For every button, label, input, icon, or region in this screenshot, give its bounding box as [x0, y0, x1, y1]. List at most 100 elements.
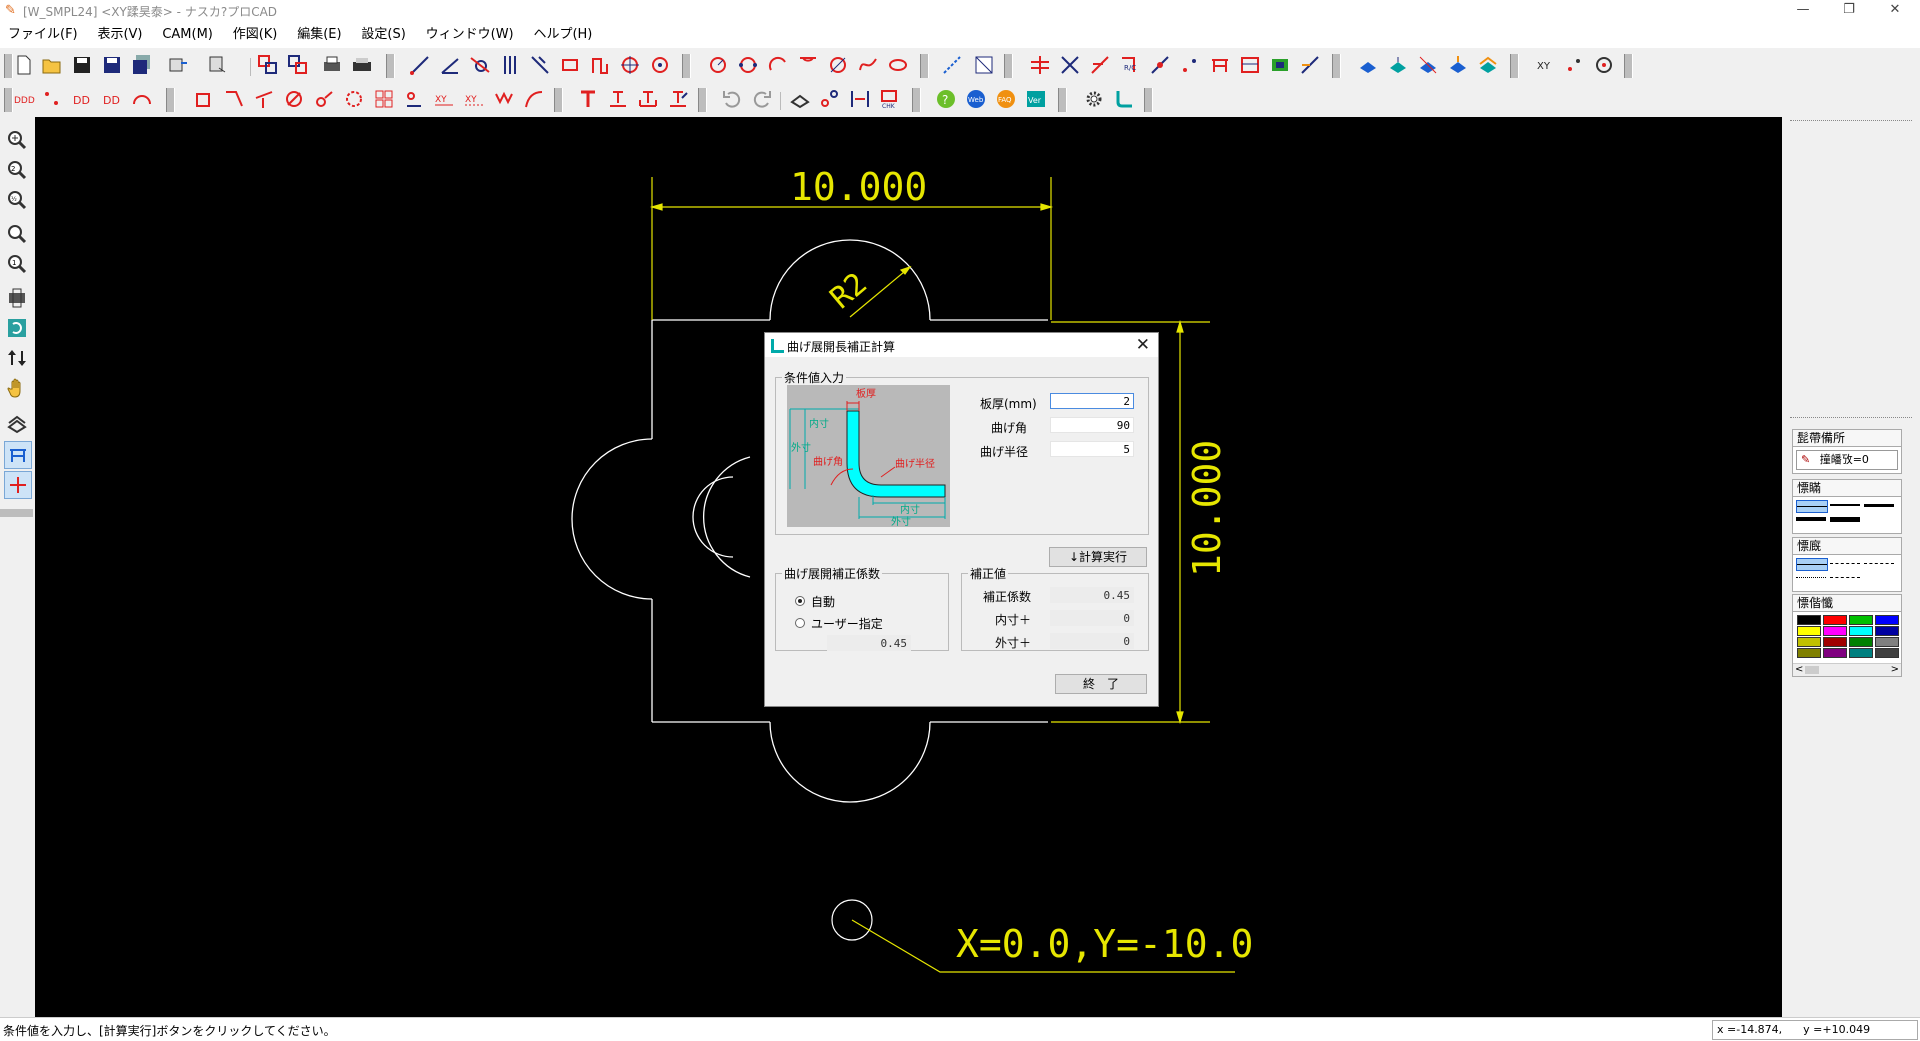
menu-cam[interactable]: CAM(M) [154, 22, 221, 48]
layer-select[interactable]: ✎ 撞皤攷=0 [1796, 450, 1898, 470]
menu-draw[interactable]: 作図(K) [225, 22, 286, 48]
line-width-thin[interactable] [1796, 500, 1828, 513]
zoom-window-icon[interactable]: 2 [4, 157, 30, 183]
dim-diameter-icon[interactable]: DD [70, 88, 94, 110]
toolbar-grip[interactable] [554, 88, 563, 112]
version-icon[interactable]: Ver [1024, 88, 1048, 110]
trim-icon[interactable] [1028, 54, 1052, 76]
crosshair-icon[interactable] [4, 471, 32, 499]
toolbar-grip[interactable] [920, 54, 929, 78]
restore-button[interactable]: ❐ [1826, 0, 1872, 22]
zoom-one-icon[interactable]: 1 [4, 251, 30, 277]
sheet-cut-icon[interactable] [1416, 54, 1440, 76]
save-icon[interactable] [70, 54, 94, 76]
color-swatch[interactable] [1823, 615, 1847, 625]
exit-button[interactable]: 終 了 [1055, 674, 1147, 694]
arc-3point-icon[interactable] [826, 54, 850, 76]
toolbar-grip[interactable] [1058, 88, 1067, 112]
measure-icon[interactable] [1298, 54, 1322, 76]
color-swatch[interactable] [1823, 637, 1847, 647]
menu-help[interactable]: ヘルプ(H) [525, 22, 600, 48]
line-width-xthick[interactable] [1796, 514, 1826, 525]
arc-tangent-icon[interactable] [796, 54, 820, 76]
calculate-button[interactable]: ↓計算実行 [1049, 547, 1147, 567]
break-icon[interactable] [1148, 54, 1172, 76]
left-toolbar-grip[interactable] [0, 509, 33, 517]
arc-icon[interactable] [766, 54, 790, 76]
color-swatch[interactable] [1875, 626, 1899, 636]
import-icon[interactable] [166, 54, 190, 76]
xy-table-dim-icon[interactable]: XY [462, 88, 486, 110]
print-icon[interactable] [320, 54, 344, 76]
sheet-icon[interactable] [1356, 54, 1380, 76]
datum-icon[interactable] [402, 88, 426, 110]
faq-icon[interactable]: FAQ [994, 88, 1018, 110]
hand-pan-icon[interactable] [4, 375, 30, 401]
toolbar-grip[interactable] [1510, 54, 1519, 78]
pan-arrows-icon[interactable] [4, 345, 30, 371]
toolbar-grip[interactable] [386, 54, 395, 78]
group-icon[interactable] [818, 88, 842, 110]
plotter-icon[interactable] [350, 54, 374, 76]
menu-window[interactable]: ウィンドウ(W) [418, 22, 522, 48]
color-swatch[interactable] [1875, 615, 1899, 625]
text-edit-icon[interactable] [666, 88, 690, 110]
table-icon[interactable] [1238, 54, 1262, 76]
leader-icon[interactable] [222, 88, 246, 110]
snap-center-icon[interactable] [1592, 54, 1616, 76]
color-swatch[interactable] [1849, 648, 1873, 658]
align-icon[interactable] [848, 88, 872, 110]
layer-select-icon[interactable] [4, 411, 30, 437]
zoom-half-icon[interactable]: ½ [4, 187, 30, 213]
fixture-icon[interactable] [1208, 54, 1232, 76]
extend-icon[interactable] [1088, 54, 1112, 76]
sheet-unfold-icon[interactable] [1446, 54, 1470, 76]
line-width-thick[interactable] [1864, 500, 1894, 511]
zoom-in-icon[interactable] [4, 127, 30, 153]
line-type-dotted[interactable] [1796, 572, 1826, 583]
text-underline-icon[interactable] [606, 88, 630, 110]
dim-line-icon[interactable] [940, 54, 964, 76]
dim-arc-icon[interactable] [130, 88, 154, 110]
dim-chain-icon[interactable] [192, 88, 216, 110]
line-icon[interactable] [408, 54, 432, 76]
line-width-medium[interactable] [1830, 500, 1860, 511]
hatch-icon[interactable] [372, 88, 396, 110]
palette-scrollbar[interactable]: < > [1793, 663, 1901, 676]
rectangle-icon[interactable] [558, 54, 582, 76]
open-folder-icon[interactable] [40, 54, 64, 76]
target-circle-icon[interactable] [618, 54, 642, 76]
menu-edit[interactable]: 編集(E) [289, 22, 349, 48]
color-swatch[interactable] [1797, 626, 1821, 636]
layer-icon[interactable] [788, 88, 812, 110]
snap-point-icon[interactable] [1562, 54, 1586, 76]
color-swatch[interactable] [1823, 648, 1847, 658]
toolbar-grip[interactable] [682, 54, 691, 78]
color-swatch[interactable] [1797, 637, 1821, 647]
dim-horizontal-icon[interactable]: DDD [12, 88, 36, 110]
close-window-button[interactable]: ✕ [1872, 0, 1918, 22]
toolbar-grip[interactable] [166, 88, 175, 112]
line-width-xxthick[interactable] [1830, 514, 1860, 525]
color-swatch[interactable] [1823, 626, 1847, 636]
spline-icon[interactable] [856, 54, 880, 76]
scroll-right-icon[interactable]: > [1891, 664, 1899, 676]
thickness-field[interactable]: 2 [1050, 393, 1134, 409]
weld-icon[interactable] [492, 88, 516, 110]
dialog-titlebar[interactable]: 曲げ展開長補正計算 ✕ [765, 333, 1158, 357]
dim-vertical-icon[interactable] [40, 88, 64, 110]
text-icon[interactable] [576, 88, 600, 110]
perpendicular-line-icon[interactable] [528, 54, 552, 76]
toolbar-grip[interactable] [1332, 54, 1341, 78]
bend-calc-icon[interactable] [1112, 88, 1136, 110]
text-frame-icon[interactable] [636, 88, 660, 110]
save-as-icon[interactable] [100, 54, 124, 76]
web-icon[interactable]: Web [964, 88, 988, 110]
rotate-dim-icon[interactable] [342, 88, 366, 110]
toolbar-grip[interactable] [1144, 88, 1153, 112]
part-icon[interactable] [1268, 54, 1292, 76]
cross-delete-icon[interactable] [1058, 54, 1082, 76]
phi-dim-icon[interactable] [282, 88, 306, 110]
color-swatch[interactable] [1797, 648, 1821, 658]
line-type-dashdot[interactable] [1864, 558, 1894, 569]
